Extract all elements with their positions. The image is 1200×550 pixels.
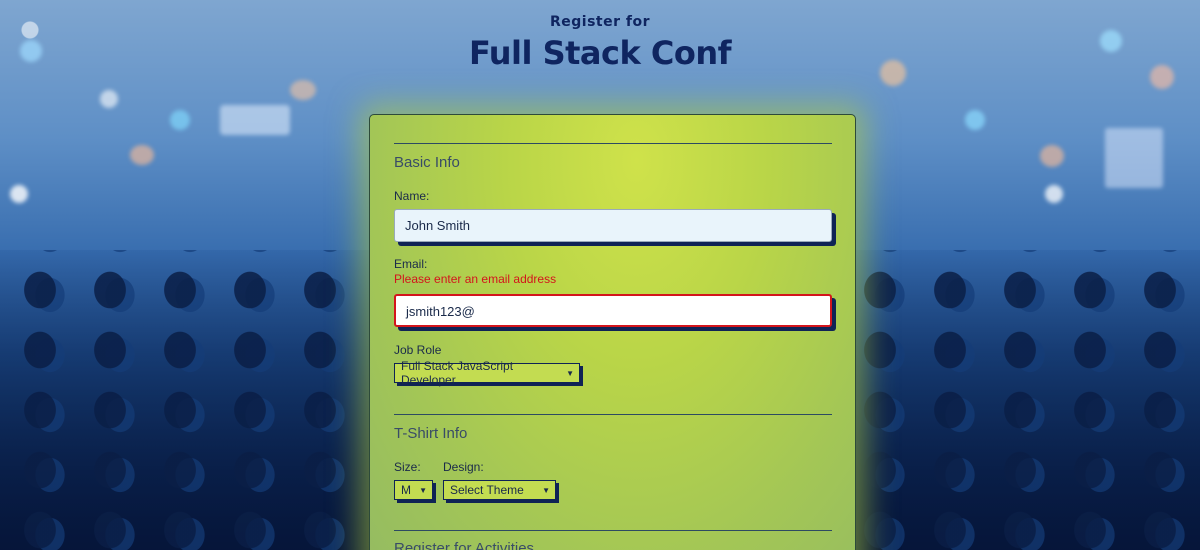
- design-label: Design:: [443, 460, 484, 474]
- bokeh-light: [170, 110, 190, 130]
- email-error-message: Please enter an email address: [394, 272, 557, 286]
- dropdown-arrow-icon: ▼: [566, 368, 574, 378]
- registration-form: Basic Info Name: John Smith Email: Pleas…: [369, 114, 856, 550]
- bokeh-light: [1040, 145, 1064, 167]
- divider: [394, 143, 832, 144]
- bokeh-light: [100, 90, 118, 108]
- divider: [394, 414, 832, 415]
- design-selected-value: Select Theme: [450, 483, 524, 497]
- tshirt-info-legend: T-Shirt Info: [394, 425, 468, 442]
- activities-legend: Register for Activities: [394, 540, 535, 550]
- name-label: Name:: [394, 189, 430, 203]
- dropdown-arrow-icon: ▼: [542, 485, 550, 495]
- email-label: Email:: [394, 257, 428, 271]
- page-title: Full Stack Conf: [468, 34, 732, 72]
- bokeh-light: [965, 110, 985, 130]
- design-select[interactable]: Select Theme ▼: [443, 480, 556, 500]
- bokeh-light: [220, 105, 290, 135]
- header-pretitle: Register for: [549, 14, 650, 30]
- name-field[interactable]: John Smith: [394, 209, 832, 242]
- bokeh-light: [290, 80, 316, 100]
- size-selected-value: M: [401, 483, 411, 497]
- bokeh-light: [1045, 185, 1063, 203]
- page-header: Register for Full Stack Conf: [0, 14, 1200, 72]
- job-role-label: Job Role: [394, 343, 442, 357]
- email-field[interactable]: jsmith123@: [394, 294, 832, 327]
- bokeh-light: [1105, 128, 1163, 188]
- job-role-selected-value: Full Stack JavaScript Developer: [401, 359, 514, 387]
- bokeh-light: [130, 145, 154, 165]
- size-label: Size:: [394, 460, 421, 474]
- bokeh-light: [10, 185, 28, 203]
- divider: [394, 530, 832, 531]
- size-select[interactable]: M ▼: [394, 480, 433, 500]
- basic-info-legend: Basic Info: [394, 154, 460, 171]
- dropdown-arrow-icon: ▼: [419, 485, 427, 495]
- job-role-select[interactable]: Full Stack JavaScript Developer ▼: [394, 359, 580, 387]
